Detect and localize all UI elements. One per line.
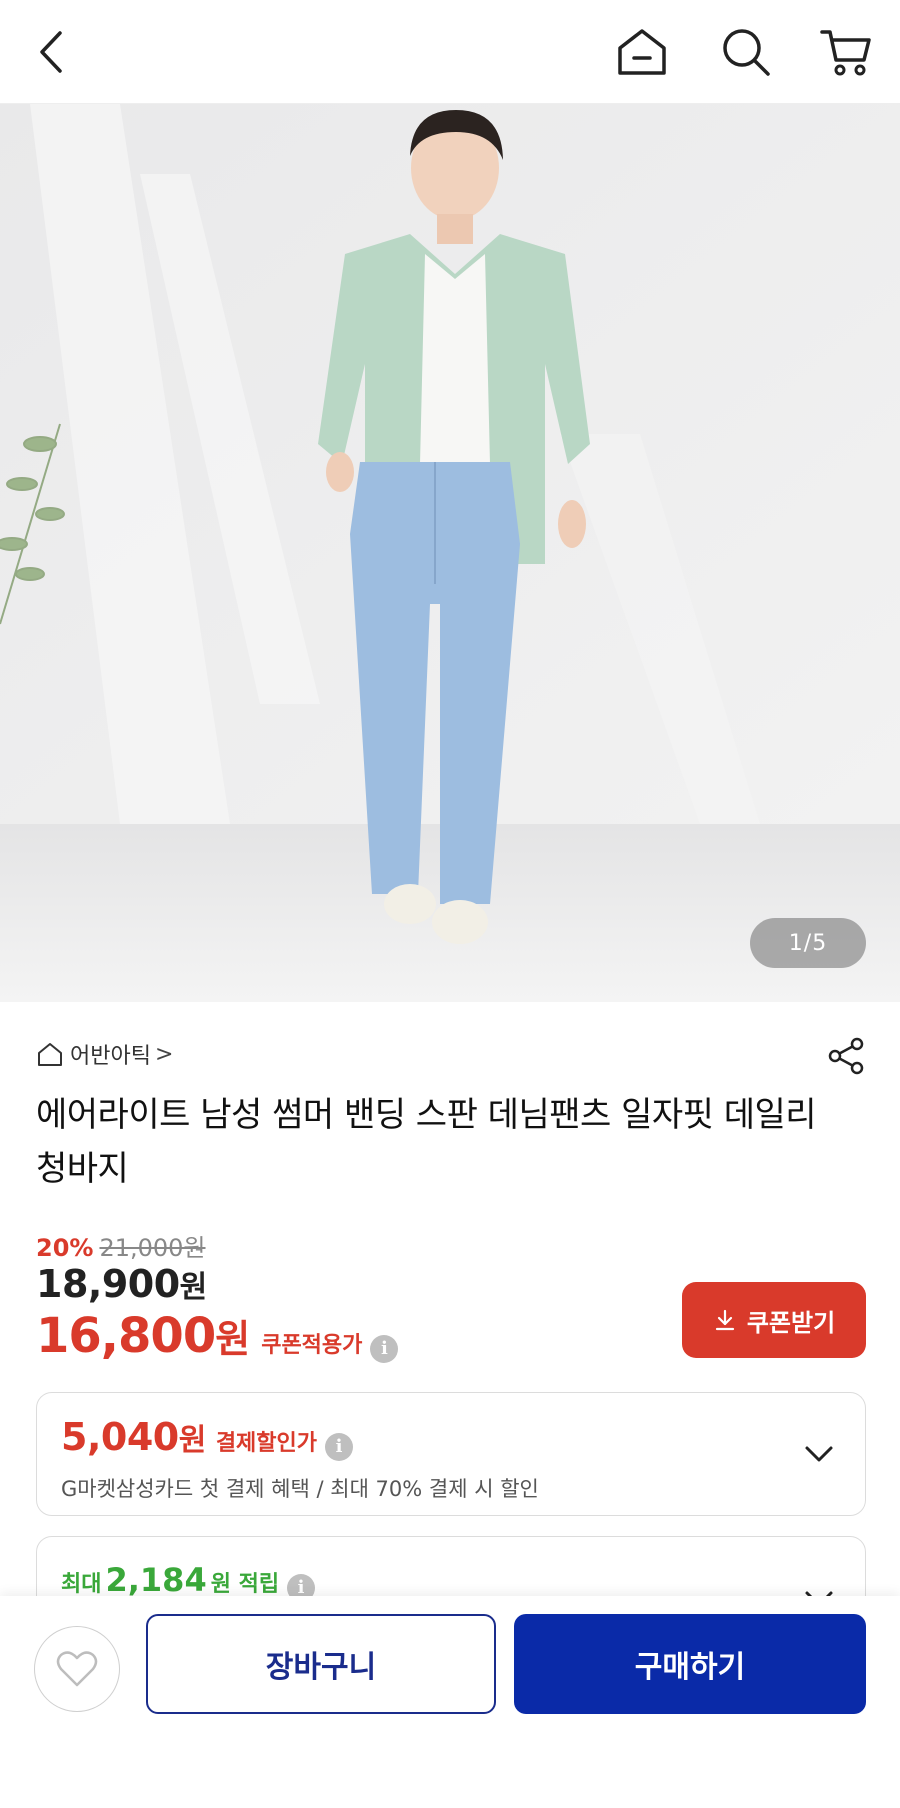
store-chevron-icon: > [154, 1041, 174, 1067]
share-icon [828, 1037, 864, 1075]
get-coupon-label: 쿠폰받기 [746, 1309, 836, 1337]
wishlist-button[interactable] [34, 1626, 120, 1712]
chevron-down-icon[interactable] [803, 1438, 835, 1470]
chevron-left-icon [40, 31, 62, 73]
payment-discount-number: 5,040 [61, 1415, 179, 1459]
get-coupon-button[interactable]: 쿠폰받기 [682, 1282, 866, 1358]
payment-discount-description: G마켓삼성카드 첫 결제 혜택 / 최대 70% 결제 시 할인 [61, 1477, 539, 1501]
coupon-price-row: 16,800원 쿠폰적용가 i [36, 1308, 399, 1364]
search-button[interactable] [716, 22, 776, 82]
product-photo [0, 104, 900, 1002]
search-icon [723, 29, 770, 76]
sale-price: 18,900원 [36, 1262, 207, 1306]
discount-rate: 20% [36, 1234, 94, 1262]
back-button[interactable] [22, 22, 82, 82]
info-icon[interactable]: i [325, 1432, 354, 1461]
product-image-carousel[interactable]: 1/5 [0, 104, 900, 1002]
points-prefix: 최대 [61, 1572, 102, 1597]
points-unit: 원 적립 [210, 1572, 280, 1597]
share-button[interactable] [824, 1034, 868, 1078]
top-header [0, 0, 900, 104]
add-to-cart-button[interactable]: 장바구니 [146, 1614, 496, 1714]
payment-discount-row: 5,040원 결제할인가 i [61, 1415, 354, 1461]
store-home-icon [36, 1040, 64, 1068]
cart-button[interactable] [816, 22, 876, 82]
cart-icon [820, 30, 871, 76]
store-link[interactable]: 어반아틱 > [36, 1036, 173, 1072]
product-title: 에어라이트 남성 썸머 밴딩 스판 데님팬츠 일자핏 데일리청바지 [36, 1095, 817, 1189]
home-button[interactable] [612, 22, 672, 82]
image-counter: 1/5 [750, 918, 866, 968]
discount-row: 20% 21,000원 [36, 1228, 206, 1263]
sale-price-unit: 원 [179, 1270, 208, 1305]
points-row: 최대 2,184 원 적립 i [61, 1561, 316, 1602]
original-price: 21,000원 [99, 1234, 206, 1262]
home-icon [618, 29, 666, 75]
sale-price-number: 18,900 [36, 1262, 180, 1306]
heart-icon [56, 1651, 98, 1687]
payment-discount-box[interactable]: 5,040원 결제할인가 i G마켓삼성카드 첫 결제 혜택 / 최대 70% … [36, 1392, 866, 1516]
store-name: 어반아틱 [70, 1044, 151, 1069]
points-amount: 2,184 [105, 1561, 207, 1599]
payment-discount-amount: 5,040원 [61, 1415, 206, 1459]
coupon-price-number: 16,800 [36, 1308, 216, 1364]
info-icon[interactable]: i [370, 1334, 399, 1363]
coupon-price-unit: 원 [215, 1317, 250, 1361]
payment-discount-label: 결제할인가 [215, 1431, 318, 1456]
bottom-action-bar: 장바구니 구매하기 [0, 1596, 900, 1808]
download-icon [713, 1308, 737, 1332]
coupon-price-label: 쿠폰적용가 [261, 1333, 363, 1358]
buy-now-button[interactable]: 구매하기 [514, 1614, 866, 1714]
coupon-price: 16,800원 [36, 1308, 250, 1364]
payment-discount-unit: 원 [178, 1423, 207, 1458]
